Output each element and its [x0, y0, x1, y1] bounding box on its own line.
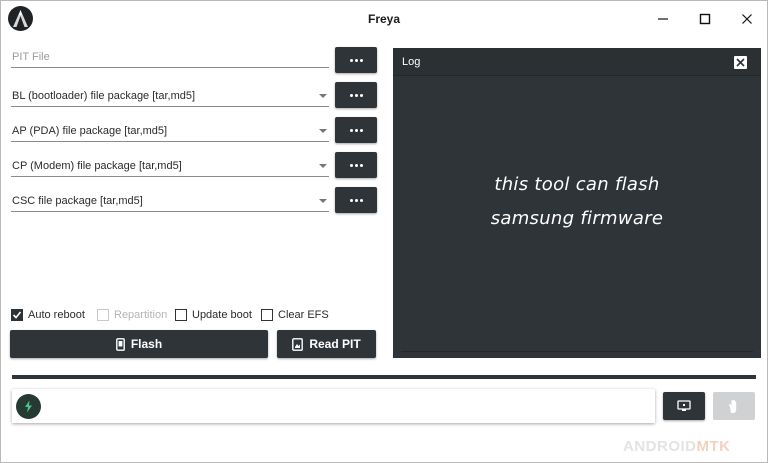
watermark-accent-text: MTK	[696, 438, 731, 455]
close-window-button[interactable]	[727, 5, 767, 33]
phone-icon	[115, 337, 125, 351]
cp-browse-button[interactable]	[335, 152, 377, 178]
update-boot-label: Update boot	[192, 309, 252, 321]
checkbox-unchecked-icon	[175, 309, 187, 321]
clear-efs-label: Clear EFS	[278, 309, 329, 321]
pit-file-input[interactable]: PIT File	[11, 48, 329, 68]
pit-browse-button[interactable]	[335, 47, 377, 73]
more-icon	[349, 93, 363, 97]
flash-label: Flash	[130, 337, 163, 351]
csc-file-select[interactable]: CSC file package [tar,md5]	[11, 192, 329, 212]
more-icon	[349, 163, 363, 167]
maximize-icon	[699, 13, 711, 25]
clear-efs-checkbox[interactable]: Clear EFS	[261, 308, 329, 322]
pit-file-placeholder: PIT File	[12, 51, 50, 63]
close-icon	[742, 14, 752, 24]
hand-icon	[728, 399, 736, 413]
maximize-button[interactable]	[685, 5, 725, 33]
chevron-down-icon	[319, 129, 327, 133]
log-panel: Log this tool can flash samsung firmware	[393, 48, 761, 358]
device-info-button[interactable]	[663, 392, 705, 420]
status-bar	[12, 389, 655, 423]
checkbox-checked-icon	[11, 309, 23, 321]
update-boot-checkbox[interactable]: Update boot	[175, 308, 252, 322]
tablet-icon	[292, 337, 304, 351]
ap-file-label: AP (PDA) file package [tar,md5]	[12, 125, 168, 137]
title-bar: Freya	[1, 1, 767, 37]
read-pit-button[interactable]: Read PIT	[277, 330, 376, 358]
chevron-down-icon	[319, 94, 327, 98]
auto-reboot-label: Auto reboot	[28, 309, 85, 321]
bl-file-label: BL (bootloader) file package [tar,md5]	[12, 90, 196, 102]
monitor-icon	[677, 400, 691, 411]
auto-reboot-checkbox[interactable]: Auto reboot	[11, 308, 85, 322]
app-window: Freya PIT File BL (bootloader) file pack…	[0, 0, 768, 463]
cp-file-label: CP (Modem) file package [tar,md5]	[12, 160, 182, 172]
log-title: Log	[402, 56, 421, 68]
checkbox-unchecked-icon	[97, 309, 109, 321]
checkbox-unchecked-icon	[261, 309, 273, 321]
watermark: ANDROIDMTK	[623, 438, 731, 455]
progress-bar	[12, 375, 756, 379]
more-icon	[349, 198, 363, 202]
repartition-checkbox: Repartition	[97, 308, 167, 322]
watermark-text: ANDROID	[623, 438, 697, 455]
log-line: this tool can flash	[494, 174, 660, 195]
bl-browse-button[interactable]	[335, 82, 377, 108]
close-icon	[736, 58, 745, 67]
chevron-down-icon	[319, 199, 327, 203]
more-icon	[349, 58, 363, 62]
log-line: samsung firmware	[490, 208, 664, 229]
cp-file-select[interactable]: CP (Modem) file package [tar,md5]	[11, 157, 329, 177]
csc-file-label: CSC file package [tar,md5]	[12, 195, 143, 207]
log-divider	[401, 351, 753, 352]
stop-button[interactable]	[713, 392, 755, 420]
ap-file-select[interactable]: AP (PDA) file package [tar,md5]	[11, 122, 329, 142]
ap-browse-button[interactable]	[335, 117, 377, 143]
more-icon	[349, 128, 363, 132]
minimize-button[interactable]	[643, 5, 683, 33]
progress-fill	[12, 375, 756, 379]
log-header: Log	[393, 48, 761, 76]
bl-file-select[interactable]: BL (bootloader) file package [tar,md5]	[11, 87, 329, 107]
repartition-label: Repartition	[114, 309, 168, 321]
read-pit-label: Read PIT	[309, 337, 361, 351]
chevron-down-icon	[319, 164, 327, 168]
minimize-icon	[658, 18, 668, 20]
flash-button[interactable]: Flash	[10, 330, 268, 358]
lightning-icon	[16, 394, 41, 419]
log-close-button[interactable]	[734, 56, 747, 69]
csc-browse-button[interactable]	[335, 187, 377, 213]
